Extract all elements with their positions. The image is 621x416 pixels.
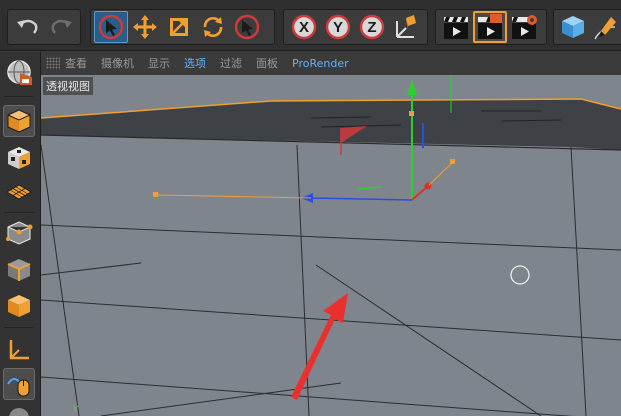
rotate-icon	[203, 16, 223, 38]
axis-mode-button[interactable]	[3, 334, 35, 366]
gizmo-plane-handle[interactable]	[356, 186, 382, 190]
scale-handle-z-line	[155, 194, 312, 199]
edges-mode-button[interactable]	[3, 254, 35, 286]
left-mode-palette	[0, 52, 41, 416]
rotate-tool-button[interactable]	[196, 11, 230, 43]
points-cube-icon	[6, 221, 33, 245]
palette-separator	[4, 212, 34, 213]
snap-magnet-icon	[9, 408, 29, 416]
world-axis-y-label: Y	[73, 405, 79, 415]
viewport-menu-bar: 查看 摄像机 显示 选项 过滤 面板 ProRender	[41, 52, 621, 74]
gizmo-z-axis[interactable]	[310, 197, 413, 201]
live-select-icon	[98, 14, 124, 40]
clapboard-icon	[444, 17, 468, 39]
render-to-picture-viewer-button[interactable]	[473, 11, 507, 43]
y-axis-label: Y	[333, 19, 343, 36]
x-axis-label: X	[299, 19, 309, 36]
undo-redo-group	[7, 9, 81, 45]
move-arrows-icon	[133, 15, 157, 39]
workplane-mode-button[interactable]	[3, 177, 35, 209]
z-axis-lock-button[interactable]: Z	[355, 11, 389, 43]
scale-handle-z-icon[interactable]	[153, 192, 158, 197]
menu-panel[interactable]: 面板	[256, 55, 278, 71]
redo-icon	[51, 19, 72, 34]
menu-prorender[interactable]: ProRender	[292, 57, 349, 70]
menu-display[interactable]: 显示	[148, 55, 170, 71]
annotation-arrow-icon	[291, 293, 348, 400]
render-group	[435, 9, 547, 45]
palette-separator	[4, 96, 34, 97]
undo-icon	[16, 19, 37, 34]
x-axis-icon: X	[291, 14, 317, 40]
recent-select-icon	[234, 14, 260, 40]
redo-button[interactable]	[44, 11, 77, 43]
main-toolbar: X Y Z	[0, 0, 621, 51]
axis-corner-icon	[9, 340, 29, 360]
x-axis-lock-button[interactable]: X	[287, 11, 321, 43]
mouse-tweak-icon	[7, 378, 30, 397]
live-selection-button[interactable]	[94, 11, 128, 43]
model-cube-icon	[7, 109, 31, 133]
cube-object-button[interactable]	[557, 11, 589, 43]
scale-handle-y-icon[interactable]	[409, 111, 414, 116]
checker-cube-icon	[8, 147, 30, 169]
z-axis-label: Z	[367, 19, 376, 36]
coordinate-system-button[interactable]	[389, 11, 423, 43]
perspective-viewport[interactable]: 透视视图 Y	[41, 75, 621, 416]
model-mode-button[interactable]	[3, 105, 35, 137]
render-settings-button[interactable]	[507, 11, 541, 43]
y-axis-lock-button[interactable]: Y	[321, 11, 355, 43]
texture-mode-button[interactable]	[3, 142, 35, 174]
scene-canvas	[41, 75, 621, 416]
pen-tool-button[interactable]	[589, 11, 621, 43]
points-mode-button[interactable]	[3, 217, 35, 249]
floor-grid	[41, 144, 621, 416]
viewport-title[interactable]: 透视视图	[43, 77, 93, 95]
scale-handle-x-icon[interactable]	[450, 159, 455, 164]
menu-cameras[interactable]: 摄像机	[101, 55, 134, 71]
scale-handle-line	[428, 161, 454, 186]
snap-button[interactable]	[3, 402, 35, 416]
clapboard-picture-viewer-icon	[478, 14, 502, 39]
recent-tool-button[interactable]	[230, 11, 264, 43]
undo-button[interactable]	[11, 11, 44, 43]
scale-icon	[170, 18, 188, 36]
brush-cursor-icon	[510, 265, 530, 285]
pen-icon	[594, 17, 616, 40]
menu-options[interactable]: 选项	[184, 55, 206, 71]
edges-cube-icon	[7, 259, 31, 281]
move-tool-button[interactable]	[128, 11, 162, 43]
polygons-cube-icon	[8, 295, 30, 317]
render-view-button[interactable]	[439, 11, 473, 43]
gizmo-y-arrow-icon[interactable]	[407, 80, 417, 95]
transform-tools-group	[90, 9, 275, 45]
scale-tool-button[interactable]	[162, 11, 196, 43]
clapboard-gear-icon	[512, 15, 537, 39]
tweak-mode-button[interactable]	[3, 368, 35, 400]
polygons-mode-button[interactable]	[3, 290, 35, 322]
y-axis-icon: Y	[325, 14, 351, 40]
grid-plane-icon	[6, 184, 32, 200]
menu-filter[interactable]: 过滤	[220, 55, 242, 71]
make-editable-globe-icon	[7, 60, 32, 85]
menu-view[interactable]: 查看	[65, 55, 87, 71]
cinema4d-window: X Y Z 查看 摄像机 显示 选项 过滤 面板 ProRender 透视视图 …	[0, 0, 621, 416]
palette-separator	[4, 327, 34, 328]
axis-lock-group: X Y Z	[283, 9, 428, 45]
menu-grip-icon[interactable]	[46, 57, 60, 69]
z-axis-icon: Z	[359, 14, 385, 40]
object-create-group	[553, 9, 621, 45]
make-editable-button[interactable]	[3, 56, 35, 88]
cube-icon	[562, 16, 584, 38]
coordinate-system-icon	[396, 15, 416, 38]
